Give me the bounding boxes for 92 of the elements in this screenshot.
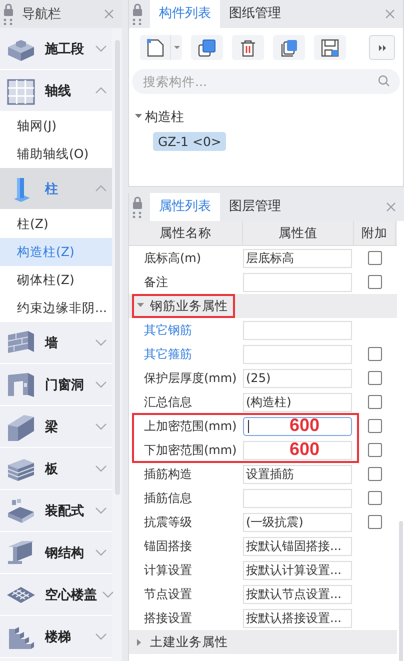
trash-icon <box>238 38 258 58</box>
annotation-text: 600 <box>288 438 321 460</box>
property-name: 下加密范围(mm) <box>143 442 238 458</box>
property-name: 计算设置 <box>143 562 193 578</box>
document-icon <box>145 37 165 58</box>
annotation-text: 600 <box>288 414 321 436</box>
property-name: 插筋构造 <box>143 466 193 482</box>
value-field[interactable] <box>243 344 352 364</box>
save-as-button[interactable] <box>314 35 346 60</box>
value-field[interactable]: (25) <box>243 368 352 388</box>
nav-group[interactable]: 板 <box>0 448 112 490</box>
lock-icon <box>132 3 143 25</box>
close-button[interactable] <box>383 7 397 21</box>
checkbox[interactable] <box>368 443 382 457</box>
dropdown-button[interactable] <box>170 35 182 60</box>
checkbox[interactable] <box>368 347 382 361</box>
value-field[interactable]: 按默认计算设置... <box>243 560 352 580</box>
tab[interactable]: 属性列表 <box>150 193 220 221</box>
nav-item[interactable]: 砌体柱(Z) <box>0 266 112 294</box>
value-field[interactable]: 按默认搭接设置... <box>243 608 352 628</box>
close-icon <box>385 9 395 19</box>
nav-group[interactable]: 轴线 <box>0 70 112 112</box>
value-field[interactable]: 层底标高 <box>243 248 352 268</box>
column-header: 属性值 <box>243 221 354 245</box>
text-cursor <box>248 420 249 432</box>
value-field[interactable]: 按默认锚固搭接... <box>243 536 352 556</box>
checkbox[interactable] <box>368 251 382 265</box>
close-button[interactable] <box>384 200 398 214</box>
property-name: 底标高(m) <box>143 250 202 266</box>
checkbox[interactable] <box>368 467 382 481</box>
value-field[interactable]: 设置插筋 <box>243 464 352 484</box>
lock-icon <box>132 196 143 218</box>
property-name: 抗震等级 <box>143 514 193 530</box>
nav-group[interactable]: 墙 <box>0 322 112 364</box>
property-name: 搭接设置 <box>143 610 193 626</box>
value-field[interactable] <box>243 272 352 292</box>
nav-item[interactable]: 轴网(J) <box>0 112 112 140</box>
tab[interactable]: 图纸管理 <box>220 0 290 28</box>
tab[interactable]: 构件列表 <box>150 0 220 28</box>
checkbox[interactable] <box>368 275 382 289</box>
value-field[interactable]: (一级抗震) <box>243 512 352 532</box>
nav-group[interactable]: 楼梯 <box>0 616 112 658</box>
double-arrow-icon <box>378 44 386 50</box>
caret-icon <box>174 46 180 49</box>
value-field[interactable]: 600 <box>243 416 352 436</box>
stacked-copy-icon <box>279 38 299 58</box>
property-name: 备注 <box>143 274 169 290</box>
nav-group[interactable]: 空心楼盖 <box>0 574 112 616</box>
property-name: 上加密范围(mm) <box>143 418 238 434</box>
nav-item[interactable]: 辅助轴线(O) <box>0 140 112 168</box>
tree-node[interactable]: 构造柱 <box>145 108 184 126</box>
panel-title: 导航栏 <box>22 6 62 23</box>
copy-button[interactable] <box>191 35 223 60</box>
more-button[interactable] <box>369 35 395 60</box>
close-icon <box>104 9 114 19</box>
property-name: 保护层厚度(mm) <box>143 370 238 386</box>
checkbox[interactable] <box>368 395 382 409</box>
value-field[interactable]: 按默认节点设置... <box>243 584 352 604</box>
value-field[interactable]: 600 <box>243 440 352 460</box>
property-name: 节点设置 <box>143 586 193 602</box>
value-field[interactable] <box>243 488 352 508</box>
column-header: 属性名称 <box>129 221 243 245</box>
nav-group[interactable]: 施工段 <box>0 28 112 70</box>
nav-item[interactable]: 柱(Z) <box>0 210 112 238</box>
nav-group[interactable]: 门窗洞 <box>0 364 112 406</box>
scrollbar-thumb[interactable] <box>399 521 403 661</box>
tree-item[interactable]: GZ-1 <0> <box>153 132 226 151</box>
search-field[interactable]: 搜索构件... <box>132 69 400 94</box>
property-name: 汇总信息 <box>143 394 193 410</box>
checkbox[interactable] <box>368 491 382 505</box>
lock-icon <box>3 3 14 25</box>
column-header: 附加 <box>354 221 396 245</box>
copy-icon <box>197 38 217 58</box>
search-icon <box>378 75 390 87</box>
save-icon <box>320 38 340 58</box>
value-field[interactable]: (构造柱) <box>243 392 352 412</box>
property-link[interactable]: 其它钢筋 <box>129 322 243 338</box>
property-link[interactable]: 其它箍筋 <box>129 346 243 362</box>
property-name: 锚固搭接 <box>143 538 193 554</box>
value-field[interactable] <box>243 320 352 340</box>
property-name: 插筋信息 <box>143 490 193 506</box>
tab[interactable]: 图层管理 <box>220 193 290 221</box>
checkbox[interactable] <box>368 419 382 433</box>
nav-group[interactable]: 装配式 <box>0 490 112 532</box>
nav-item[interactable]: 约束边缘非阴... <box>0 294 112 322</box>
checkbox[interactable] <box>368 371 382 385</box>
delete-button[interactable] <box>232 35 264 60</box>
checkbox[interactable] <box>368 515 382 529</box>
nav-group[interactable]: 梁 <box>0 406 112 448</box>
copy-to-button[interactable] <box>273 35 305 60</box>
close-icon <box>386 202 396 212</box>
nav-group[interactable]: 钢结构 <box>0 532 112 574</box>
